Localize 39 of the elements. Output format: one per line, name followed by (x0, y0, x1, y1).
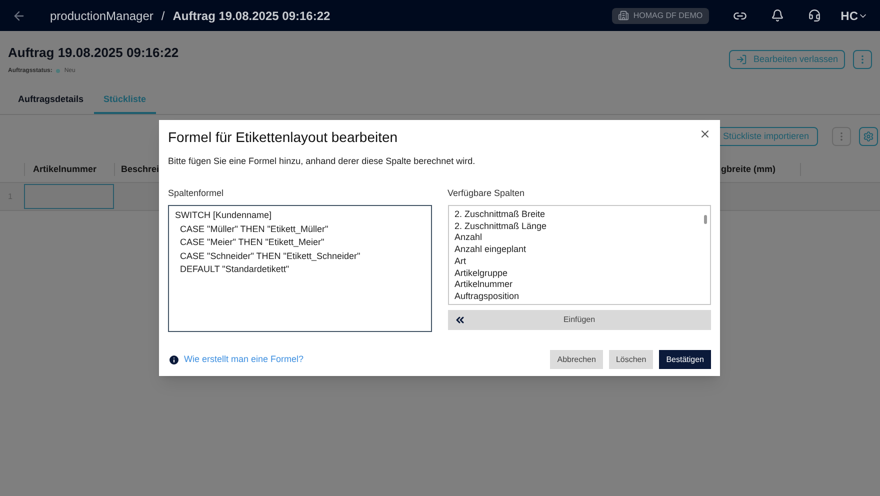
column-header[interactable]: gbreite (mm) (721, 162, 801, 176)
back-icon[interactable] (12, 8, 26, 22)
list-item[interactable]: Anzahl (454, 232, 700, 244)
list-item[interactable]: Anzahl eingeplant (454, 244, 700, 256)
list-item[interactable]: 2. Zuschnittmaß Länge (454, 220, 700, 232)
breadcrumb-separator: / (161, 8, 165, 24)
breadcrumb-item[interactable]: productionManager (50, 6, 154, 24)
headset-icon[interactable] (808, 9, 821, 22)
info-icon (168, 354, 180, 366)
field-label: Spaltenformel (168, 186, 225, 200)
tenant-name: HOMAG DF DEMO (633, 10, 703, 22)
double-chevron-icon (454, 314, 466, 326)
list-item[interactable]: 2. Zuschnittmaß Breite (454, 209, 700, 221)
list-item[interactable]: Artikelgruppe (454, 268, 700, 280)
field-label: Verfügbare Spalten (448, 186, 526, 200)
table-cell[interactable] (24, 184, 114, 209)
formula-field[interactable]: SWITCH [Kundenname] CASE "Müller" THEN "Etikett_Müller" CASE "Meier" THEN "Etikett_Meier" CASE "Schneider" THEN "Etikett_Schneider" DEFAULT "Standardetikett" (168, 205, 432, 332)
breadcrumb-item: Auftrag 19.08.2025 09:16:22 (172, 8, 330, 24)
list-item[interactable]: Auftragsposition (454, 290, 700, 303)
dialog-subtitle: Bitte fügen Sie eine Formel hinzu, anhand derer diese Spalte berechnet wird. (168, 155, 476, 168)
column-header[interactable]: Artikelnummer (24, 162, 114, 176)
close-icon[interactable] (699, 128, 711, 140)
tab[interactable]: Auftragsdetails (8, 92, 94, 114)
column-list[interactable]: 2. Zuschnittmaß Breite 2. Zuschnittmaß Länge Anzahl Anzahl eingeplant Art Artikelgruppe Artikelnummer Auftragsposition (448, 205, 711, 305)
user-menu[interactable]: HC (840, 6, 868, 24)
insert-button[interactable]: Einfügen (448, 310, 711, 330)
exit-icon (736, 54, 748, 65)
building-icon (618, 10, 630, 21)
page-title: Auftrag 19.08.2025 09:16:22 (8, 44, 179, 62)
settings-icon (863, 131, 874, 142)
dialog-title: Formel für Etikettenlayout bearbeiten (168, 128, 399, 147)
bell-icon[interactable] (770, 9, 784, 22)
dialog-button[interactable]: Bestätigen (659, 350, 711, 369)
help-link[interactable]: Wie erstellt man eine Formel? (184, 352, 304, 366)
dialog-button[interactable]: Löschen (608, 350, 654, 369)
tenant-badge[interactable]: HOMAG DF DEMO (612, 8, 709, 24)
list-item[interactable]: Artikelnummer (454, 279, 700, 291)
list-item[interactable]: Art (454, 256, 700, 268)
dialog-button[interactable]: Abbrechen (550, 350, 603, 369)
